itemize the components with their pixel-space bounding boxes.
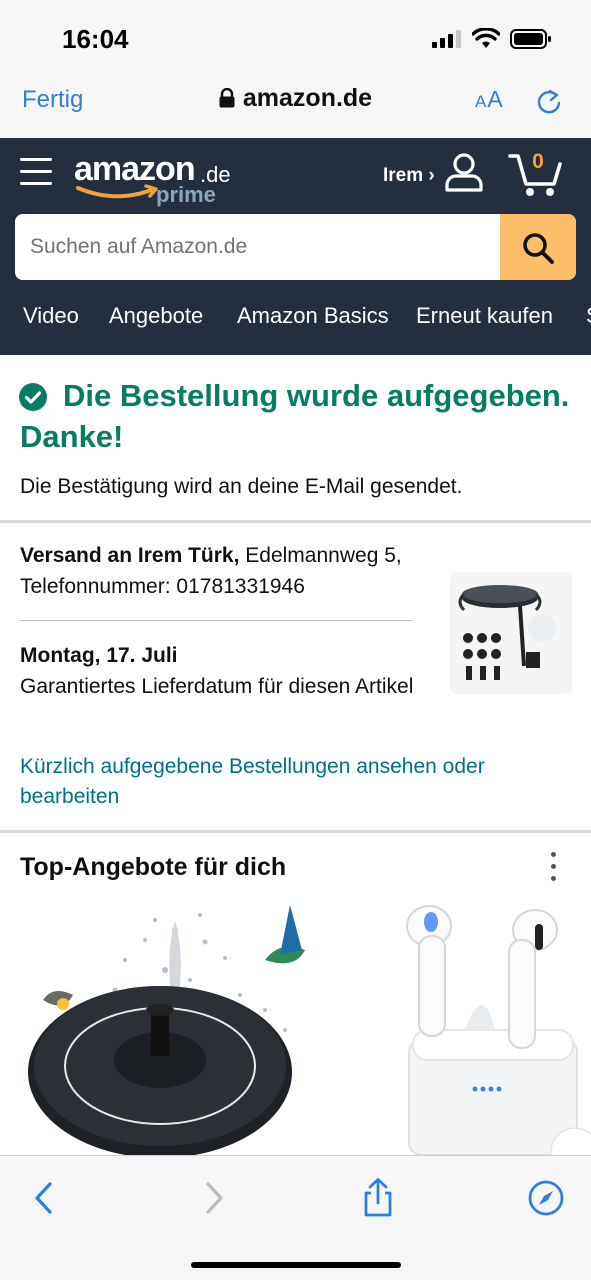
forward-icon[interactable] [194, 1178, 234, 1218]
browser-header: Fertig amazon.de AA [0, 76, 591, 138]
delivery-note: Garantiertes Lieferdatum für diesen Arti… [20, 675, 414, 698]
back-icon[interactable] [24, 1178, 64, 1218]
battery-icon [510, 29, 551, 49]
search-input[interactable] [15, 214, 500, 280]
recent-orders-link[interactable]: Kürzlich aufgegebene Bestellungen ansehe… [20, 752, 570, 812]
search-box [15, 214, 576, 280]
account-icon[interactable] [444, 152, 484, 192]
shipment-divider [20, 620, 412, 621]
compass-icon[interactable] [526, 1178, 566, 1218]
delivery-date: Montag, 17. Juli [20, 644, 178, 667]
url-text: amazon.de [242, 84, 373, 112]
home-indicator [191, 1262, 401, 1268]
ship-to-label: Versand an Irem Türk, [20, 544, 240, 567]
product-thumbnail[interactable] [450, 572, 572, 694]
section-divider [0, 830, 591, 833]
confirmation-title: Die Bestellung wurde aufgegeben. Danke! [20, 378, 570, 454]
category-nav: Video Angebote Amazon Basics Erneut kauf… [0, 293, 591, 343]
text-size-button[interactable]: AA [475, 86, 504, 113]
more-icon[interactable] [548, 852, 558, 884]
wifi-icon [472, 28, 500, 48]
search-icon [523, 233, 554, 264]
search-button[interactable] [500, 214, 576, 280]
status-time: 16:04 [62, 24, 129, 54]
nav-item-erneut-kaufen[interactable]: Erneut kaufen [416, 303, 553, 329]
confirmation-subtitle: Die Bestätigung wird an deine E-Mail ges… [20, 475, 463, 498]
nav-item-amazon-basics[interactable]: Amazon Basics [237, 303, 389, 329]
nav-item-angebote[interactable]: Angebote [109, 303, 203, 329]
reload-icon[interactable] [536, 87, 564, 117]
status-bar: 16:04 [0, 0, 591, 76]
account-name[interactable]: Irem › [383, 165, 435, 187]
logo-prime: prime [156, 182, 216, 207]
hamburger-icon[interactable] [20, 158, 52, 188]
cart-count: 0 [532, 150, 544, 173]
smile-icon [76, 184, 158, 199]
nav-item-video[interactable]: Video [23, 303, 79, 329]
lock-icon [219, 88, 235, 108]
amazon-header: amazon .de prime Irem › 0 Video Angebote… [0, 138, 591, 355]
shipping-address: Versand an Irem Türk, Edelmannweg 5, Tel… [20, 540, 420, 602]
browser-toolbar [0, 1155, 591, 1280]
share-icon[interactable] [358, 1178, 398, 1218]
amazon-logo[interactable]: amazon .de prime [74, 150, 234, 210]
offer-product-fountain[interactable] [25, 900, 325, 1155]
order-confirmation: Die Bestellung wurde aufgegeben. Danke! … [0, 355, 591, 520]
section-divider [0, 520, 591, 523]
offers-title: Top-Angebote für dich [20, 853, 287, 881]
nav-item-next[interactable]: S [586, 303, 591, 329]
offer-product-earbuds[interactable] [395, 900, 591, 1155]
signal-icon [432, 30, 461, 48]
